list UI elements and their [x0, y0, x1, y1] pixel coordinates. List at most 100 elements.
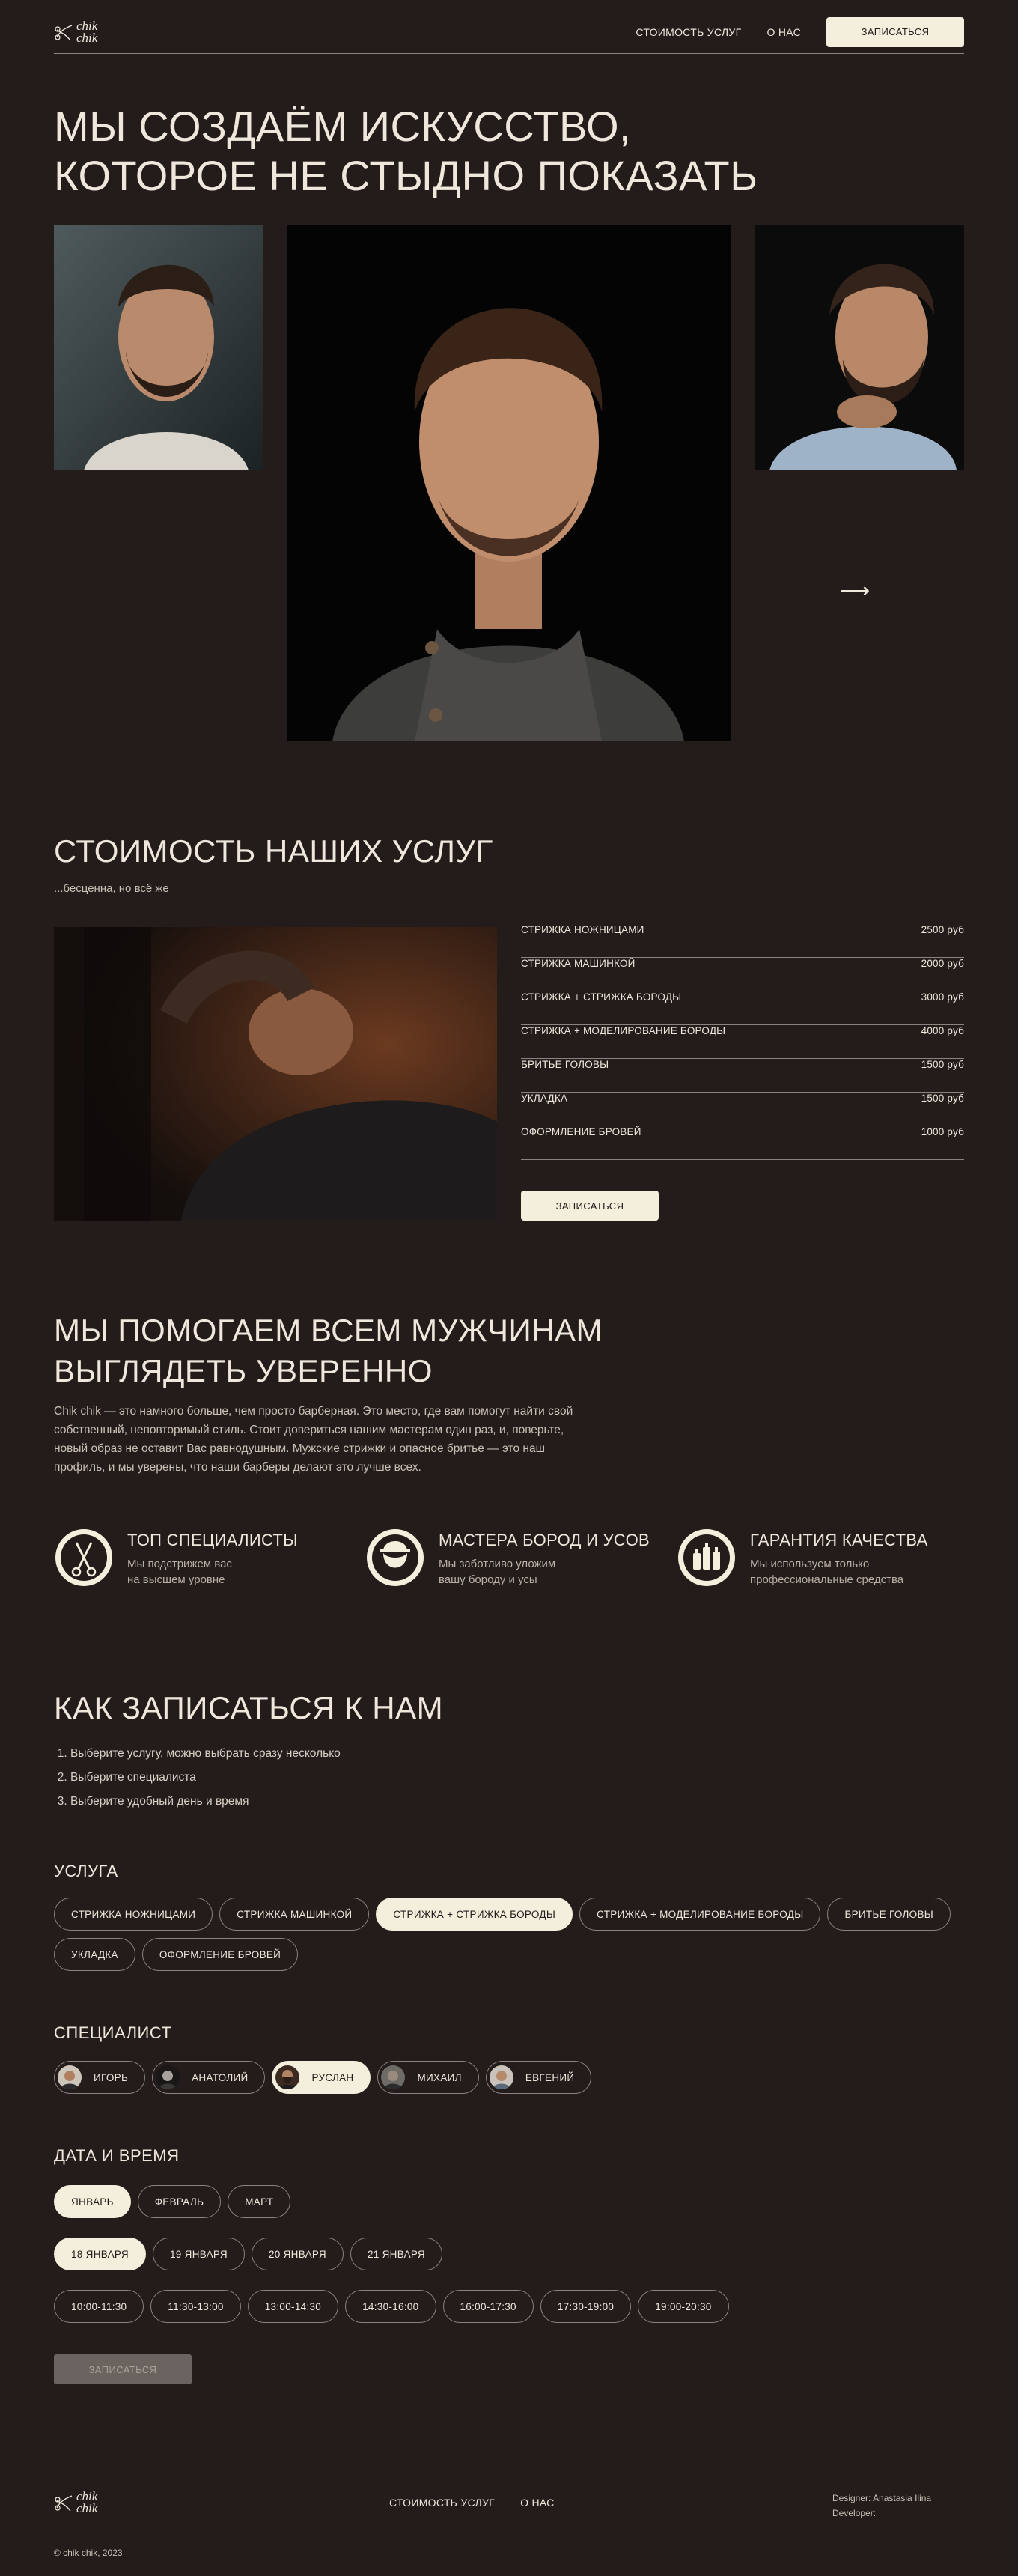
feature-subtitle: Мы используем только профессиональные ср… — [750, 1556, 928, 1588]
specialist-name: ЕВГЕНИЙ — [525, 2071, 575, 2083]
hero-title-line2: КОТОРОЕ НЕ СТЫДНО ПОКАЗАТЬ — [54, 152, 758, 199]
nav-about-link[interactable]: О НАС — [766, 26, 801, 38]
day-chip[interactable]: 19 ЯНВАРЯ — [152, 2238, 245, 2270]
submit-booking-button[interactable]: ЗАПИСАТЬСЯ — [54, 2354, 192, 2384]
price-value: 2500 руб — [921, 924, 964, 935]
feature-subtitle-line1: Мы используем только — [750, 1558, 870, 1570]
booking-step: Выберите услугу, можно выбрать сразу нес… — [70, 1742, 964, 1766]
service-chip[interactable]: СТРИЖКА МАШИНКОЙ — [219, 1898, 370, 1931]
hero-photo-right — [755, 225, 964, 470]
nav-prices-link[interactable]: СТОИМОСТЬ УСЛУГ — [636, 26, 741, 38]
price-row: СТРИЖКА НОЖНИЦАМИ 2500 руб — [521, 924, 964, 958]
about-title-line1: МЫ ПОМОГАЕМ ВСЕМ МУЖЧИНАМ — [54, 1313, 603, 1348]
time-chip[interactable]: 13:00-14:30 — [247, 2290, 339, 2323]
feature-quality: ГАРАНТИЯ КАЧЕСТВА Мы используем только п… — [677, 1528, 928, 1588]
time-chip[interactable]: 14:30-16:00 — [345, 2290, 436, 2323]
service-chip-selected[interactable]: СТРИЖКА + СТРИЖКА БОРОДЫ — [376, 1898, 573, 1931]
month-chip[interactable]: МАРТ — [228, 2185, 291, 2218]
prices-book-button[interactable]: ЗАПИСАТЬСЯ — [521, 1191, 659, 1221]
footer-logo[interactable]: chik chik — [54, 2490, 98, 2515]
price-name: СТРИЖКА МАШИНКОЙ — [521, 958, 636, 969]
feature-subtitle-line2: на высшем уровне — [127, 1573, 225, 1586]
datetime-label: ДАТА И ВРЕМЯ — [54, 2146, 180, 2165]
feature-beard-masters: МАСТЕРА БОРОД И УСОВ Мы заботливо уложим… — [365, 1528, 650, 1588]
price-value: 2000 руб — [921, 958, 964, 969]
avatar — [58, 2065, 82, 2089]
specialist-chip[interactable]: АНАТОЛИЙ — [152, 2061, 266, 2094]
header-book-button[interactable]: ЗАПИСАТЬСЯ — [826, 16, 964, 47]
feature-title: ГАРАНТИЯ КАЧЕСТВА — [750, 1531, 928, 1549]
feature-subtitle: Мы подстрижем вас на высшем уровне — [127, 1556, 298, 1588]
time-chip[interactable]: 11:30-13:00 — [150, 2290, 241, 2323]
service-label: УСЛУГА — [54, 1862, 118, 1880]
price-name: СТРИЖКА НОЖНИЦАМИ — [521, 924, 644, 935]
specialist-name: АНАТОЛИЙ — [192, 2071, 249, 2083]
prices-photo — [54, 927, 497, 1221]
about-title: МЫ ПОМОГАЕМ ВСЕМ МУЖЧИНАМ ВЫГЛЯДЕТЬ УВЕР… — [54, 1310, 964, 1391]
price-row: ОФОРМЛЕНИЕ БРОВЕЙ 1000 руб — [521, 1126, 964, 1160]
time-chip[interactable]: 10:00-11:30 — [54, 2290, 144, 2323]
specialist-chip[interactable]: ИГОРЬ — [54, 2061, 146, 2094]
time-chip[interactable]: 16:00-17:30 — [442, 2290, 534, 2323]
about-title-line2: ВЫГЛЯДЕТЬ УВЕРЕННО — [54, 1353, 433, 1388]
price-name: СТРИЖКА + СТРИЖКА БОРОДЫ — [521, 991, 682, 1003]
specialist-chip[interactable]: ЕВГЕНИЙ — [485, 2061, 592, 2094]
price-row: СТРИЖКА + СТРИЖКА БОРОДЫ 3000 руб — [521, 991, 964, 1025]
hero-title: МЫ СОЗДАЁМ ИСКУССТВО, КОТОРОЕ НЕ СТЫДНО … — [54, 102, 964, 201]
about-text: Chik chik — это намного больше, чем прос… — [54, 1405, 573, 1474]
hero-photo-center — [287, 225, 731, 741]
price-name: СТРИЖКА + МОДЕЛИРОВАНИЕ БОРОДЫ — [521, 1025, 726, 1036]
bottles-icon — [678, 1529, 735, 1586]
prices-subtitle: ...бесценна, но всё же — [54, 882, 169, 895]
scissors-logo-icon — [55, 24, 73, 40]
price-name: БРИТЬЕ ГОЛОВЫ — [521, 1059, 609, 1070]
day-chip[interactable]: 21 ЯНВАРЯ — [350, 2238, 442, 2270]
price-row: УКЛАДКА 1500 руб — [521, 1093, 964, 1126]
specialist-chip[interactable]: МИХАИЛ — [377, 2061, 479, 2094]
service-chip[interactable]: СТРИЖКА + МОДЕЛИРОВАНИЕ БОРОДЫ — [579, 1898, 821, 1931]
hero-photo-left — [54, 225, 263, 470]
service-chip[interactable]: БРИТЬЕ ГОЛОВЫ — [827, 1898, 951, 1931]
designer-credit: Designer: Anastasia Ilina — [832, 2493, 932, 2503]
day-chip[interactable]: 20 ЯНВАРЯ — [251, 2238, 344, 2270]
specialist-chip-selected[interactable]: РУСЛАН — [272, 2061, 371, 2094]
specialist-label: СПЕЦИАЛИСТ — [54, 2023, 172, 2042]
month-chip-selected[interactable]: ЯНВАРЬ — [54, 2185, 131, 2218]
avatar — [156, 2065, 180, 2089]
month-chip[interactable]: ФЕВРАЛЬ — [137, 2185, 222, 2218]
logo-line2: chik — [76, 2501, 98, 2515]
price-value: 1500 руб — [921, 1093, 964, 1104]
feature-title: ТОП СПЕЦИАЛИСТЫ — [127, 1531, 298, 1549]
price-name: ОФОРМЛЕНИЕ БРОВЕЙ — [521, 1126, 641, 1137]
price-row: СТРИЖКА МАШИНКОЙ 2000 руб — [521, 958, 964, 991]
feature-title: МАСТЕРА БОРОД И УСОВ — [439, 1531, 650, 1549]
day-chips: 18 ЯНВАРЯ 19 ЯНВАРЯ 20 ЯНВАРЯ 21 ЯНВАРЯ — [54, 2238, 964, 2270]
hero-title-line1: МЫ СОЗДАЁМ ИСКУССТВО, — [54, 103, 632, 150]
feature-subtitle-line2: вашу бороду и усы — [439, 1573, 537, 1586]
time-chip[interactable]: 19:00-20:30 — [638, 2290, 729, 2323]
top-nav: СТОИМОСТЬ УСЛУГ О НАС ЗАПИСАТЬСЯ — [636, 16, 964, 47]
time-chip[interactable]: 17:30-19:00 — [540, 2290, 632, 2323]
footer-about-link[interactable]: О НАС — [520, 2497, 555, 2509]
service-chip[interactable]: СТРИЖКА НОЖНИЦАМИ — [54, 1898, 213, 1931]
price-row: БРИТЬЕ ГОЛОВЫ 1500 руб — [521, 1059, 964, 1093]
price-list: СТРИЖКА НОЖНИЦАМИ 2500 руб СТРИЖКА МАШИНК… — [521, 924, 964, 1160]
feature-top-specialists: ТОП СПЕЦИАЛИСТЫ Мы подстрижем вас на выс… — [54, 1528, 298, 1588]
scissors-logo-icon — [55, 2495, 73, 2512]
scissors-icon — [55, 1529, 112, 1586]
avatar — [489, 2065, 513, 2089]
day-chip-selected[interactable]: 18 ЯНВАРЯ — [54, 2238, 146, 2270]
month-chips: ЯНВАРЬ ФЕВРАЛЬ МАРТ — [54, 2185, 964, 2218]
service-chip[interactable]: ОФОРМЛЕНИЕ БРОВЕЙ — [141, 1938, 299, 1971]
copyright: © chik chik, 2023 — [54, 2548, 123, 2558]
service-chip[interactable]: УКЛАДКА — [54, 1938, 135, 1971]
logo[interactable]: chik chik — [54, 19, 98, 45]
specialist-name: ИГОРЬ — [94, 2071, 129, 2083]
time-chips: 10:00-11:30 11:30-13:00 13:00-14:30 14:3… — [54, 2290, 964, 2323]
hero-next-arrow-icon[interactable]: ⟶ — [840, 578, 870, 603]
service-chips: СТРИЖКА НОЖНИЦАМИ СТРИЖКА МАШИНКОЙ СТРИЖ… — [54, 1898, 964, 1971]
logo-line2: chik — [76, 30, 98, 45]
feature-subtitle-line2: профессиональные средства — [750, 1573, 904, 1586]
price-value: 1500 руб — [921, 1059, 964, 1070]
footer-prices-link[interactable]: СТОИМОСТЬ УСЛУГ — [389, 2497, 495, 2509]
